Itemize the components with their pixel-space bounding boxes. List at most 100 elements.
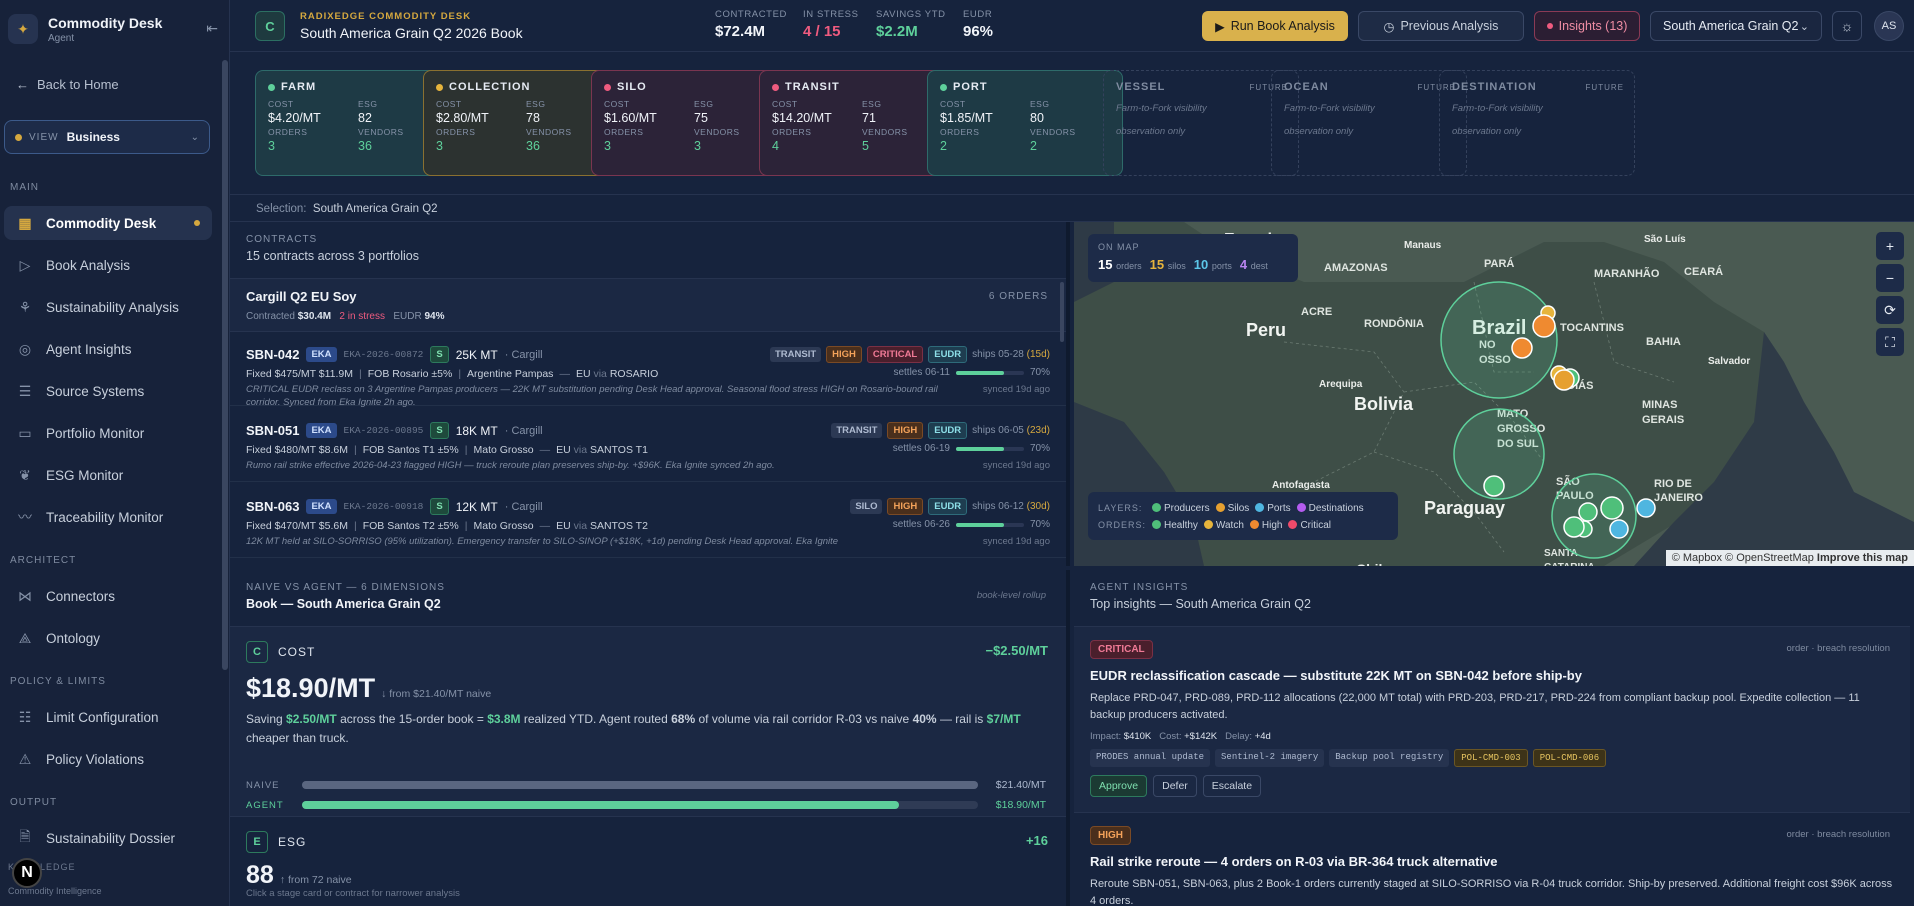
contract-tag: EUDR	[928, 422, 968, 439]
logistics-map[interactable]: EcuadorManausSão LuísAMAZONASPARÁMARANHÃ…	[1074, 222, 1914, 566]
play-icon: ▶	[1215, 19, 1225, 34]
settlement-progress-bar	[955, 522, 1024, 527]
order-marker[interactable]	[1511, 337, 1533, 359]
order-marker[interactable]	[1636, 498, 1656, 518]
sidebar-item-source-systems[interactable]: ☰ Source Systems	[4, 374, 212, 408]
avatar[interactable]: AS	[1874, 11, 1904, 41]
eka-reference: EKA-2026-00895	[343, 425, 424, 436]
policy-chip[interactable]: POL-CMD-003	[1454, 749, 1528, 768]
naive-title: Book — South America Grain Q2	[246, 597, 441, 611]
cluster-halo[interactable]	[1440, 281, 1558, 399]
order-marker[interactable]	[1483, 475, 1505, 497]
order-marker[interactable]	[1609, 519, 1629, 539]
sidebar-scrollbar[interactable]	[222, 60, 228, 670]
contracts-scrollbar[interactable]	[1060, 282, 1064, 342]
naive-compare-bar: NAIVE $21.40/MT	[246, 779, 1046, 791]
order-marker[interactable]	[1563, 516, 1585, 538]
stage-card-silo[interactable]: SILO COST ESG $1.60/MT 75 ORDERS VENDORS 3 3	[591, 70, 787, 176]
legend-item[interactable]: Producers	[1164, 503, 1210, 514]
approve-button[interactable]: Approve	[1090, 775, 1148, 798]
sidebar-item-traceability-monitor[interactable]: 〰 Traceability Monitor	[4, 500, 212, 534]
grid-icon: ▦	[18, 214, 32, 231]
insight-card-critical[interactable]: CRITICAL order · breach resolution EUDR …	[1074, 626, 1910, 812]
map-place-label: MINAS	[1642, 399, 1677, 411]
map-place-label: Salvador	[1708, 356, 1750, 367]
policy-chip[interactable]: POL-CMD-006	[1532, 749, 1607, 768]
legend-item[interactable]: Critical	[1300, 520, 1331, 531]
sidebar-item-connectors[interactable]: ⋈ Connectors	[4, 579, 212, 613]
escalate-button[interactable]: Escalate	[1202, 775, 1262, 798]
legend-item[interactable]: High	[1262, 520, 1283, 531]
naive-kicker: NAIVE VS AGENT — 6 DIMENSIONS	[246, 582, 445, 593]
insight-card-high[interactable]: HIGH order · breach resolution Rail stri…	[1074, 812, 1910, 906]
region-select[interactable]: South America Grain Q2 ⌄	[1650, 11, 1822, 41]
order-marker[interactable]	[1553, 369, 1575, 391]
back-to-home-link[interactable]: ← Back to Home	[16, 77, 119, 92]
map-place-label: GERAIS	[1642, 414, 1684, 426]
legend-item[interactable]: Silos	[1228, 503, 1250, 514]
sidebar-item-book-analysis[interactable]: ▷ Book Analysis	[4, 248, 212, 282]
future-stage-ocean: OCEAN FUTURE Farm-to-Fork visibility observ…	[1271, 70, 1467, 176]
zoom-out-button[interactable]: −	[1876, 264, 1904, 292]
document-icon: 🗎	[19, 828, 31, 844]
contract-tag: SILO	[850, 499, 883, 514]
stage-card-transit[interactable]: TRANSIT COST ESG $14.20/MT 71 ORDERS VENDORS 4 5	[759, 70, 955, 176]
insights-button[interactable]: Insights (13)	[1534, 11, 1640, 41]
contract-tag: CRITICAL	[866, 346, 924, 363]
stage-card-port[interactable]: PORT COST ESG $1.85/MT 80 ORDERS VENDORS 2 2	[927, 70, 1123, 176]
sidebar-item-sustainability-analysis[interactable]: ⚘ Sustainability Analysis	[4, 290, 212, 324]
evidence-chip[interactable]: Sentinel-2 imagery	[1215, 749, 1325, 768]
counterparty: · Cargill	[504, 500, 543, 513]
sidebar-item-agent-insights[interactable]: ◎ Agent Insights	[4, 332, 212, 366]
footer-subtitle: Commodity Intelligence	[8, 886, 102, 896]
fullscreen-icon[interactable]: ⛶	[1876, 328, 1904, 356]
collapse-sidebar-icon[interactable]: ⇤	[206, 20, 218, 37]
reset-view-icon[interactable]: ⟳	[1876, 296, 1904, 324]
legend-item[interactable]: Destinations	[1309, 503, 1364, 514]
kpi-eudr: EUDR 96%	[963, 9, 994, 40]
map-place-label: MARANHÃO	[1594, 267, 1660, 280]
chevron-down-icon: ⌄	[1799, 20, 1809, 33]
order-marker[interactable]	[1578, 502, 1598, 522]
sidebar-item-sustainability-dossier[interactable]: 🗎 Sustainability Dossier	[4, 821, 212, 855]
view-selector[interactable]: VIEW Business ⌄	[4, 120, 210, 154]
counterparty: · Cargill	[504, 424, 543, 437]
contract-id: SBN-042	[246, 347, 300, 362]
zoom-in-button[interactable]: +	[1876, 232, 1904, 260]
dimension-cost[interactable]: C COST −$2.50/MT $18.90/MT ↓ from $21.40/M…	[230, 626, 1066, 816]
map-attribution[interactable]: © Mapbox © OpenStreetMap Improve this ma…	[1665, 550, 1914, 566]
dimension-esg[interactable]: E ESG +16 88 ↑ from 72 naive	[230, 816, 1066, 889]
order-marker[interactable]	[1532, 314, 1556, 338]
contract-row[interactable]: SBN-051 EKA EKA-2026-00895 S 18K MT · Cargill…	[230, 410, 1066, 482]
sidebar-item-portfolio-monitor[interactable]: ▭ Portfolio Monitor	[4, 416, 212, 450]
sidebar-item-ontology[interactable]: ⟁ Ontology	[4, 621, 212, 655]
evidence-chip[interactable]: Backup pool registry	[1329, 749, 1450, 768]
assistant-n-icon[interactable]: N	[12, 858, 42, 888]
legend-item[interactable]: Healthy	[1164, 520, 1198, 531]
sidebar-item-commodity-desk[interactable]: ▦ Commodity Desk	[4, 206, 212, 240]
previous-analysis-button[interactable]: ◷ Previous Analysis	[1358, 11, 1524, 41]
portfolio-header-cargill[interactable]: Cargill Q2 EU Soy 6 ORDERS Contracted $3…	[230, 278, 1066, 332]
stage-card-collection[interactable]: COLLECTION COST ESG $2.80/MT 78 ORDERS VENDORS…	[423, 70, 619, 176]
defer-button[interactable]: Defer	[1153, 775, 1197, 798]
eka-reference: EKA-2026-00918	[343, 501, 424, 512]
order-marker[interactable]	[1600, 496, 1624, 520]
insight-title: Rail strike reroute — 4 orders on R-03 v…	[1090, 854, 1498, 869]
legend-item[interactable]: Watch	[1216, 520, 1244, 531]
s-badge: S	[430, 422, 449, 439]
sidebar-item-limit-configuration[interactable]: ☷ Limit Configuration	[4, 700, 212, 734]
naive-vs-agent-panel: NAIVE VS AGENT — 6 DIMENSIONS Book — Sou…	[230, 570, 1070, 906]
sidebar-item-policy-violations[interactable]: ⚠ Policy Violations	[4, 742, 212, 776]
map-place-label: JANEIRO	[1654, 492, 1703, 504]
stage-card-farm[interactable]: FARM COST ESG $4.20/MT 82 ORDERS VENDORS 3 36	[255, 70, 451, 176]
sprout-icon: ⚘	[18, 298, 32, 315]
run-book-analysis-button[interactable]: ▶ Run Book Analysis	[1202, 11, 1348, 41]
sidebar-item-esg-monitor[interactable]: ❦ ESG Monitor	[4, 458, 212, 492]
contract-tag: TRANSIT	[769, 347, 822, 362]
contract-row[interactable]: SBN-063 EKA EKA-2026-00918 S 12K MT · Cargill…	[230, 486, 1066, 558]
theme-toggle-sun-icon[interactable]: ☼	[1832, 11, 1862, 41]
contract-row[interactable]: SBN-042 EKA EKA-2026-00872 S 25K MT · Cargill…	[230, 334, 1066, 408]
eka-reference: EKA-2026-00872	[343, 349, 424, 360]
evidence-chip[interactable]: PRODES annual update	[1090, 749, 1211, 768]
legend-item[interactable]: Ports	[1267, 503, 1290, 514]
